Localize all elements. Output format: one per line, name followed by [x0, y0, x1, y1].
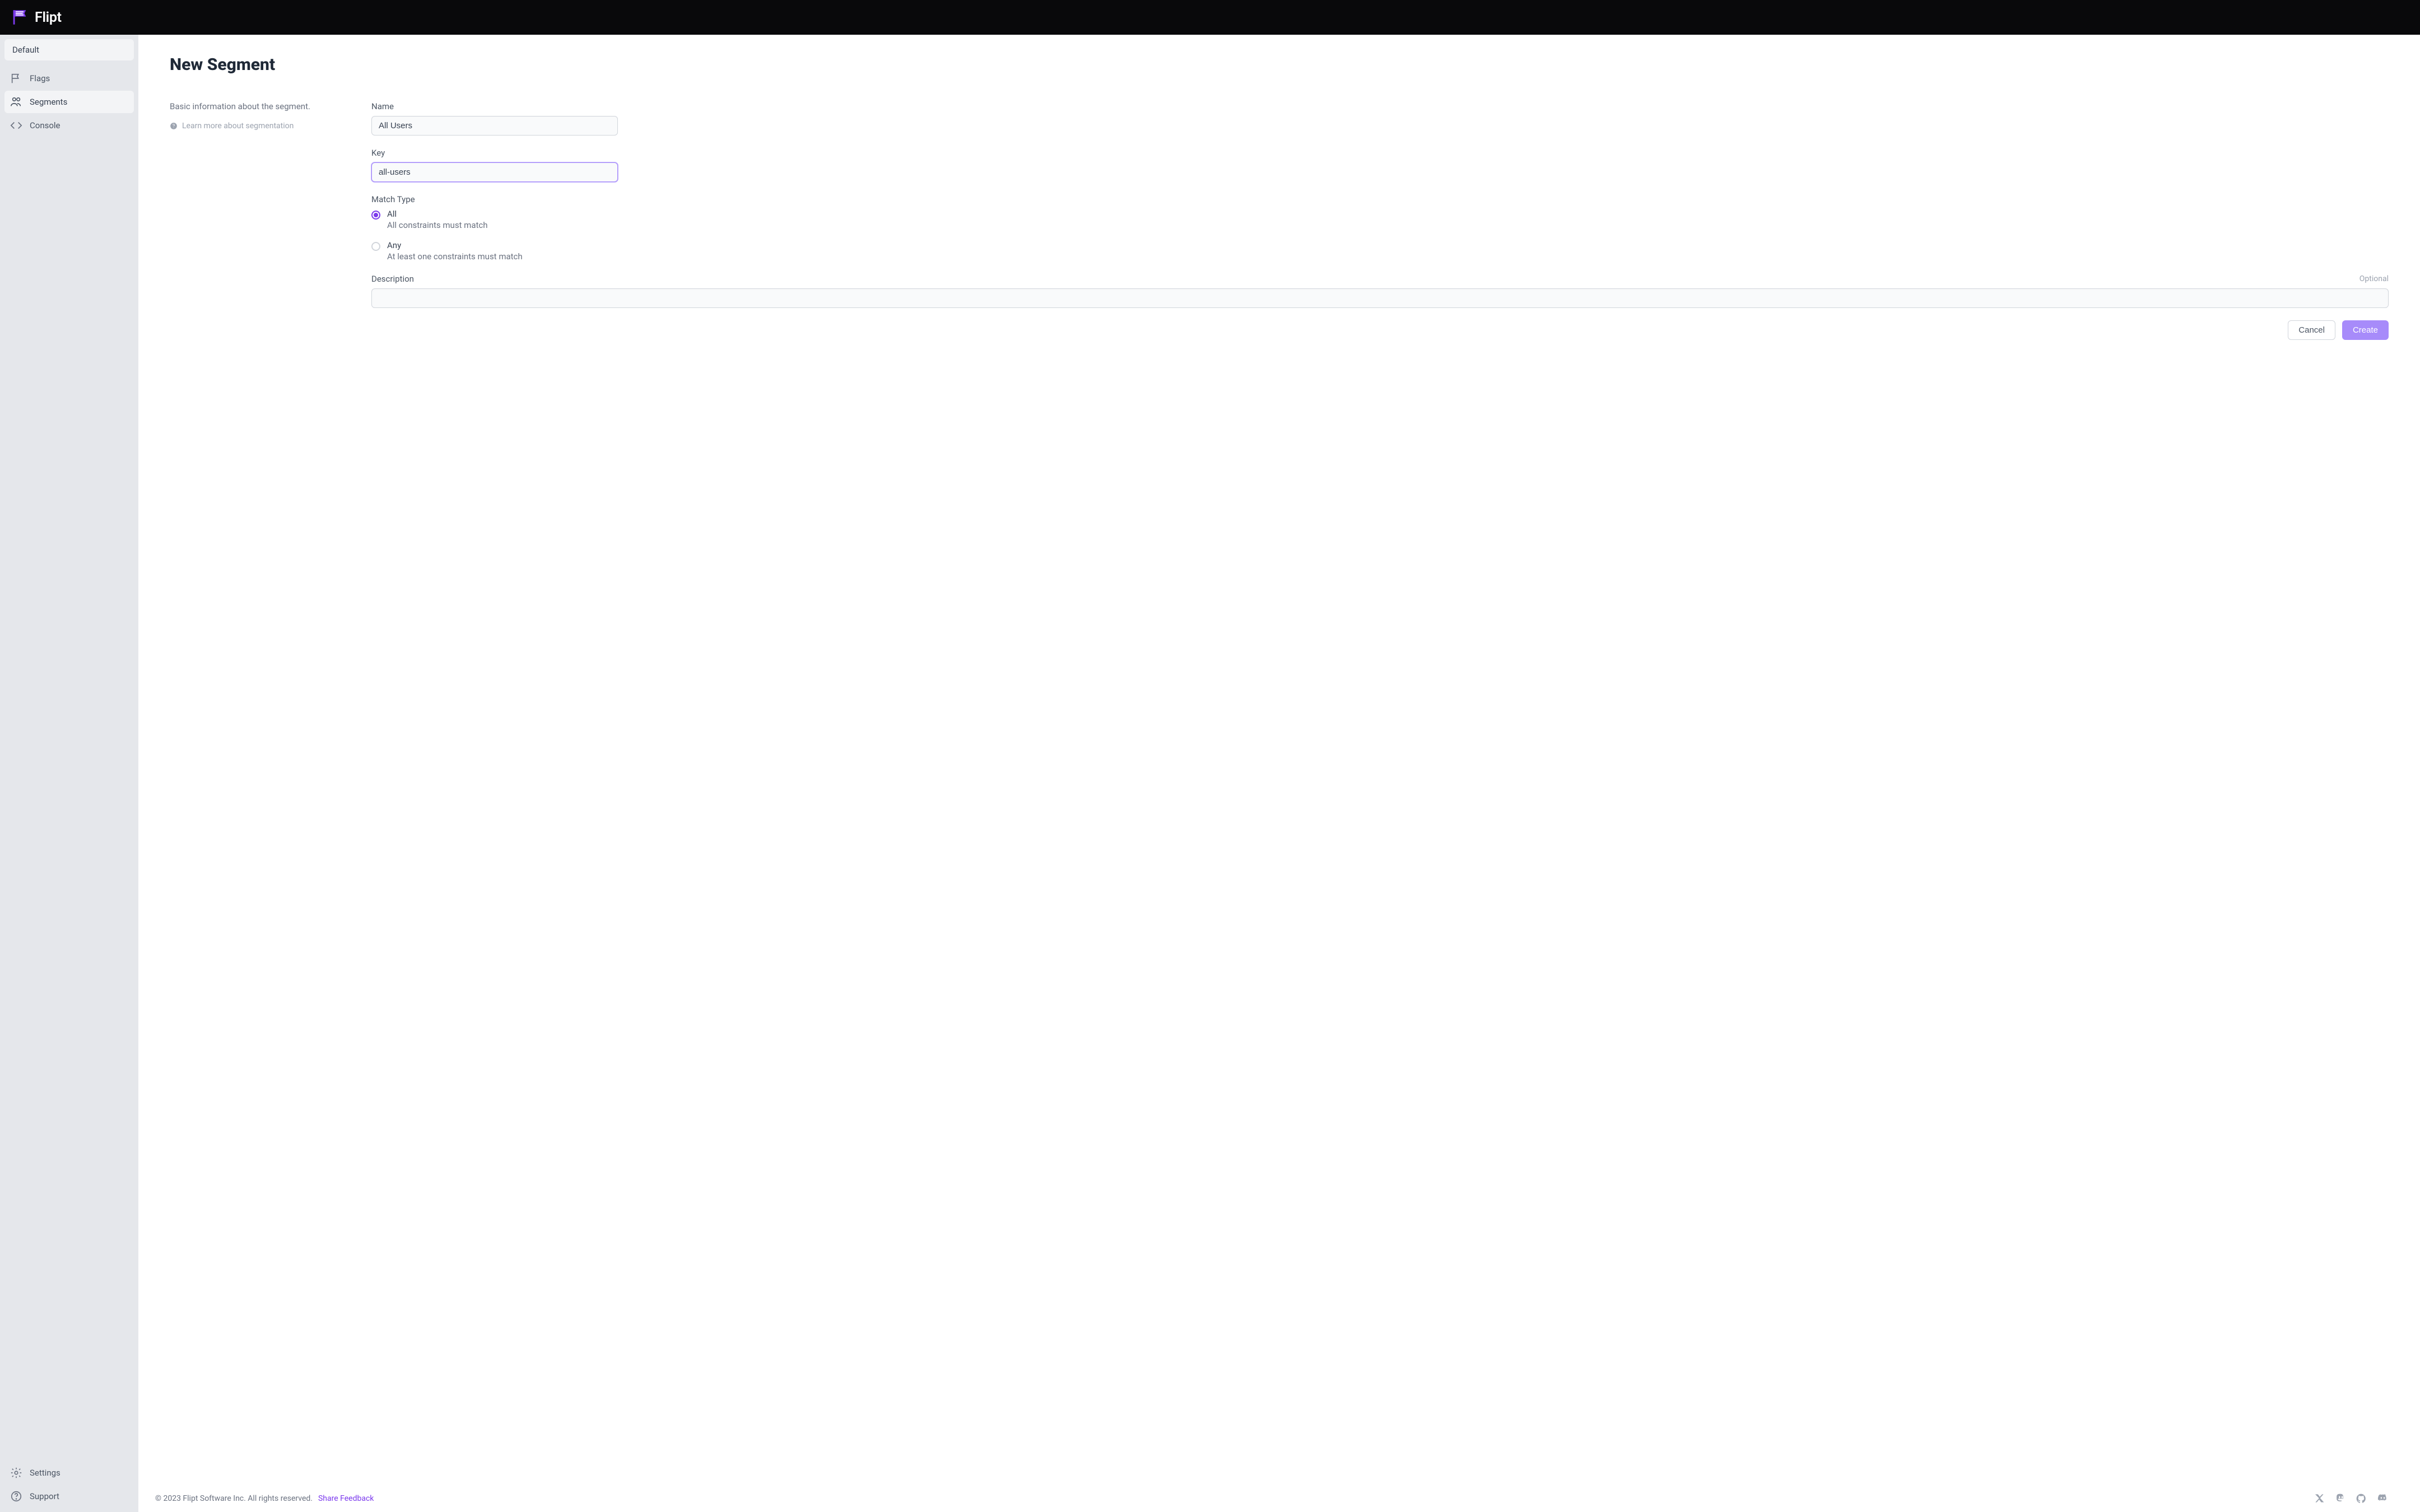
name-input[interactable] — [371, 116, 618, 136]
sidebar-item-segments[interactable]: Segments — [4, 91, 134, 113]
radio-label: Any — [387, 240, 523, 250]
sidebar-item-label: Flags — [30, 73, 50, 83]
mastodon-icon[interactable] — [2335, 1493, 2345, 1504]
field-name: Name — [371, 101, 2389, 136]
description-input[interactable] — [371, 288, 2389, 308]
sidebar-bottom: Settings Support — [4, 1462, 134, 1508]
description-label: Description — [371, 274, 414, 284]
key-label: Key — [371, 148, 385, 158]
brand-logo[interactable]: Flipt — [10, 8, 62, 27]
sidebar-item-settings[interactable]: Settings — [4, 1462, 134, 1484]
brand-name: Flipt — [35, 10, 62, 26]
learn-more-text: Learn more about segmentation — [182, 122, 294, 130]
info-icon — [170, 122, 178, 130]
sidebar-item-support[interactable]: Support — [4, 1485, 134, 1508]
copyright-text: © 2023 Flipt Software Inc. All rights re… — [155, 1494, 313, 1503]
form-button-row: Cancel Create — [371, 320, 2389, 340]
radio-description: All constraints must match — [387, 220, 488, 230]
radio-option-all[interactable]: All All constraints must match — [371, 209, 2389, 230]
create-button[interactable]: Create — [2342, 320, 2389, 340]
sidebar-item-label: Segments — [30, 97, 67, 107]
gear-icon — [10, 1467, 22, 1479]
match-type-radio-group: All All constraints must match Any At le… — [371, 209, 2389, 262]
page-title: New Segment — [170, 55, 2389, 74]
code-icon — [10, 119, 22, 132]
main-content: New Segment Basic information about the … — [138, 35, 2420, 1512]
github-icon[interactable] — [2356, 1493, 2367, 1504]
radio-label: All — [387, 209, 488, 219]
sidebar-item-label: Settings — [30, 1468, 61, 1478]
radio-option-any[interactable]: Any At least one constraints must match — [371, 240, 2389, 262]
users-icon — [10, 96, 22, 108]
footer-left: © 2023 Flipt Software Inc. All rights re… — [155, 1494, 374, 1503]
radio-icon — [371, 211, 380, 220]
form-container: Basic information about the segment. Lea… — [170, 101, 2389, 340]
help-icon — [10, 1490, 22, 1502]
cancel-button[interactable]: Cancel — [2288, 320, 2335, 340]
share-feedback-link[interactable]: Share Feedback — [318, 1494, 374, 1503]
x-icon[interactable] — [2314, 1493, 2325, 1504]
sidebar: Default Flags Segments — [0, 35, 138, 1512]
field-key: Key — [371, 148, 2389, 182]
discord-icon[interactable] — [2377, 1492, 2389, 1504]
name-label: Name — [371, 101, 394, 111]
sidebar-item-label: Support — [30, 1491, 59, 1501]
sidebar-item-label: Console — [30, 120, 61, 130]
radio-icon — [371, 242, 380, 251]
footer-right — [2314, 1492, 2389, 1504]
sidebar-nav: Flags Segments Console — [4, 67, 134, 137]
footer: © 2023 Flipt Software Inc. All rights re… — [138, 1486, 2420, 1512]
form-hint: Basic information about the segment. — [170, 101, 338, 111]
sidebar-item-console[interactable]: Console — [4, 114, 134, 137]
namespace-selector[interactable]: Default — [4, 39, 134, 60]
form-right-column: Name Key Match Type — [371, 101, 2389, 340]
key-input[interactable] — [371, 162, 618, 182]
flag-icon — [10, 72, 22, 85]
form-left-column: Basic information about the segment. Lea… — [170, 101, 338, 130]
sidebar-item-flags[interactable]: Flags — [4, 67, 134, 90]
field-description: Description Optional — [371, 274, 2389, 308]
learn-more-link[interactable]: Learn more about segmentation — [170, 122, 338, 130]
topbar: Flipt — [0, 0, 2420, 35]
match-type-label: Match Type — [371, 194, 415, 204]
flipt-logo-icon — [10, 8, 29, 27]
radio-description: At least one constraints must match — [387, 251, 523, 262]
optional-text: Optional — [2360, 274, 2389, 283]
field-match-type: Match Type All All constraints must matc… — [371, 194, 2389, 262]
